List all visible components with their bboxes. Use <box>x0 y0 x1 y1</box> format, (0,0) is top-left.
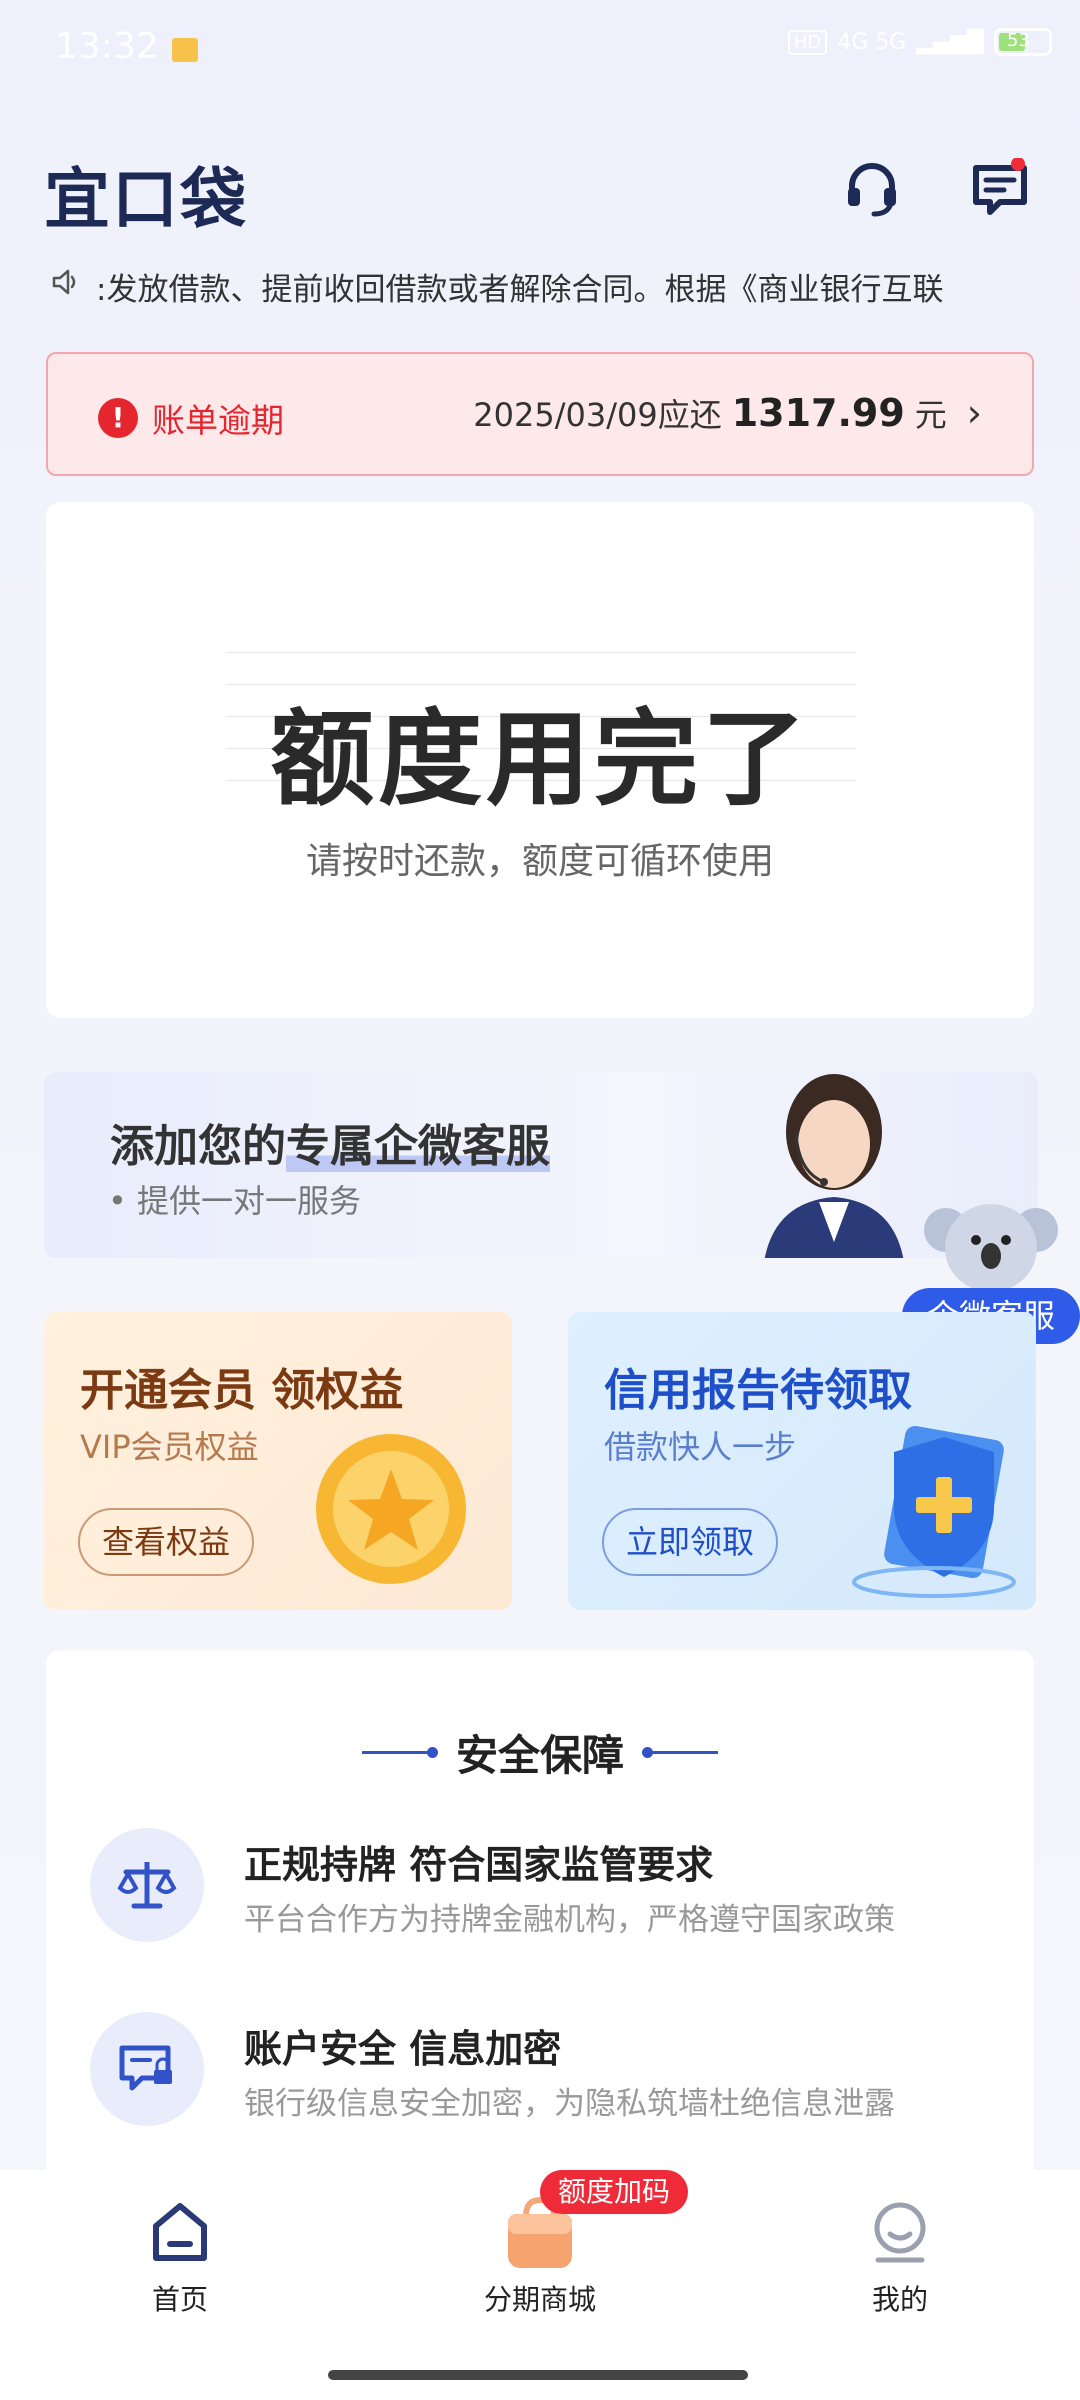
currency-unit: 元 <box>914 396 947 434</box>
service-title: 添加您的专属企微客服 <box>110 1110 550 1174</box>
report-title: 信用报告待领取 <box>604 1365 912 1416</box>
overdue-bill-bar[interactable]: ! 账单逾期 2025/03/09应还 1317.99 元 › <box>46 352 1034 476</box>
network-label: 4G 5G <box>837 29 907 55</box>
home-indicator[interactable] <box>328 2370 748 2380</box>
overdue-amount-group: 2025/03/09应还 1317.99 元 › <box>473 390 982 436</box>
due-amount: 1317.99 <box>731 391 905 435</box>
report-subtitle: 借款快人一步 <box>604 1428 797 1466</box>
signal-icon: ▂▄▆█ <box>916 29 984 55</box>
chevron-right-icon: › <box>966 391 982 435</box>
safety-guarantee-card: 安全保障 正规持牌 符合国家监管要求 平台合作方为持牌金融机构，严格遵守国家政策… <box>46 1650 1034 2210</box>
notification-icon <box>172 38 198 62</box>
status-bar: 13:32 HD 4G 5G ▂▄▆█ 53 <box>0 0 1080 100</box>
app-logo: 宜口袋 <box>44 161 248 238</box>
service-agent-image <box>744 1072 924 1258</box>
tab-label: 我的 <box>871 2283 928 2316</box>
gold-star-coin-icon <box>306 1424 476 1598</box>
service-title-plain: 添加您的 <box>110 1121 286 1172</box>
alert-icon: ! <box>98 398 138 438</box>
safety-title: 安全保障 <box>455 1731 624 1780</box>
shield-report-icon <box>824 1412 1024 1606</box>
scale-icon <box>90 1828 204 1942</box>
notice-marquee[interactable]: :发放借款、提前收回借款或者解除合同。根据《商业银行互联 <box>50 262 1030 310</box>
quota-title: 额度用完了 <box>269 698 810 820</box>
vip-subtitle: VIP会员权益 <box>80 1428 259 1466</box>
secure-message-icon <box>90 2012 204 2126</box>
status-icons: HD 4G 5G ▂▄▆█ 53 <box>787 28 1052 56</box>
status-time: 13:32 <box>55 26 159 67</box>
credit-report-card[interactable]: 信用报告待领取 借款快人一步 立即领取 <box>568 1312 1036 1610</box>
service-subtitle: • 提供一对一服务 <box>108 1182 362 1220</box>
feature-title: 账户安全 信息加密 <box>244 2027 562 2071</box>
feature-title: 正规持牌 符合国家监管要求 <box>244 1843 714 1887</box>
service-title-highlight: 专属企微客服 <box>286 1121 550 1172</box>
tab-label: 分期商城 <box>483 2283 596 2316</box>
due-date-text: 2025/03/09应还 <box>473 396 722 434</box>
feature-description: 银行级信息安全加密，为隐私筑墙杜绝信息泄露 <box>244 2086 895 2122</box>
divider <box>361 1747 438 1758</box>
profile-icon <box>870 2200 930 2268</box>
tab-home[interactable]: 首页 <box>120 2200 240 2318</box>
view-benefits-button[interactable]: 查看权益 <box>78 1508 255 1576</box>
vip-title: 开通会员 领权益 <box>80 1365 404 1416</box>
tab-mine[interactable]: 我的 <box>840 2200 960 2318</box>
credit-limit-card: 额度用完了 请按时还款，额度可循环使用 <box>46 502 1034 1018</box>
koala-mascot-icon[interactable] <box>924 1190 1058 1300</box>
hd-icon: HD <box>787 29 828 55</box>
speaker-icon <box>50 266 82 306</box>
feature-description: 平台合作方为持牌金融机构，严格遵守国家政策 <box>244 1902 895 1938</box>
notice-text: :发放借款、提前收回借款或者解除合同。根据《商业银行互联 <box>96 271 944 308</box>
battery-icon: 53 <box>994 28 1052 56</box>
claim-now-button[interactable]: 立即领取 <box>602 1508 779 1576</box>
vip-promo-card[interactable]: 开通会员 领权益 VIP会员权益 查看权益 <box>44 1312 512 1610</box>
divider <box>642 1747 718 1758</box>
overdue-label: 账单逾期 <box>152 401 284 440</box>
customer-service-banner[interactable]: 添加您的专属企微客服 • 提供一对一服务 <box>44 1072 1038 1258</box>
tab-label: 首页 <box>151 2283 208 2316</box>
home-icon <box>150 2200 210 2268</box>
headset-icon[interactable] <box>842 158 902 218</box>
safety-header: 安全保障 <box>46 1722 1034 1783</box>
quota-subtitle: 请按时还款，额度可循环使用 <box>305 841 774 882</box>
quota-boost-badge: 额度加码 <box>540 2170 689 2214</box>
battery-level: 53 <box>1007 30 1030 51</box>
message-icon[interactable] <box>970 157 1030 218</box>
